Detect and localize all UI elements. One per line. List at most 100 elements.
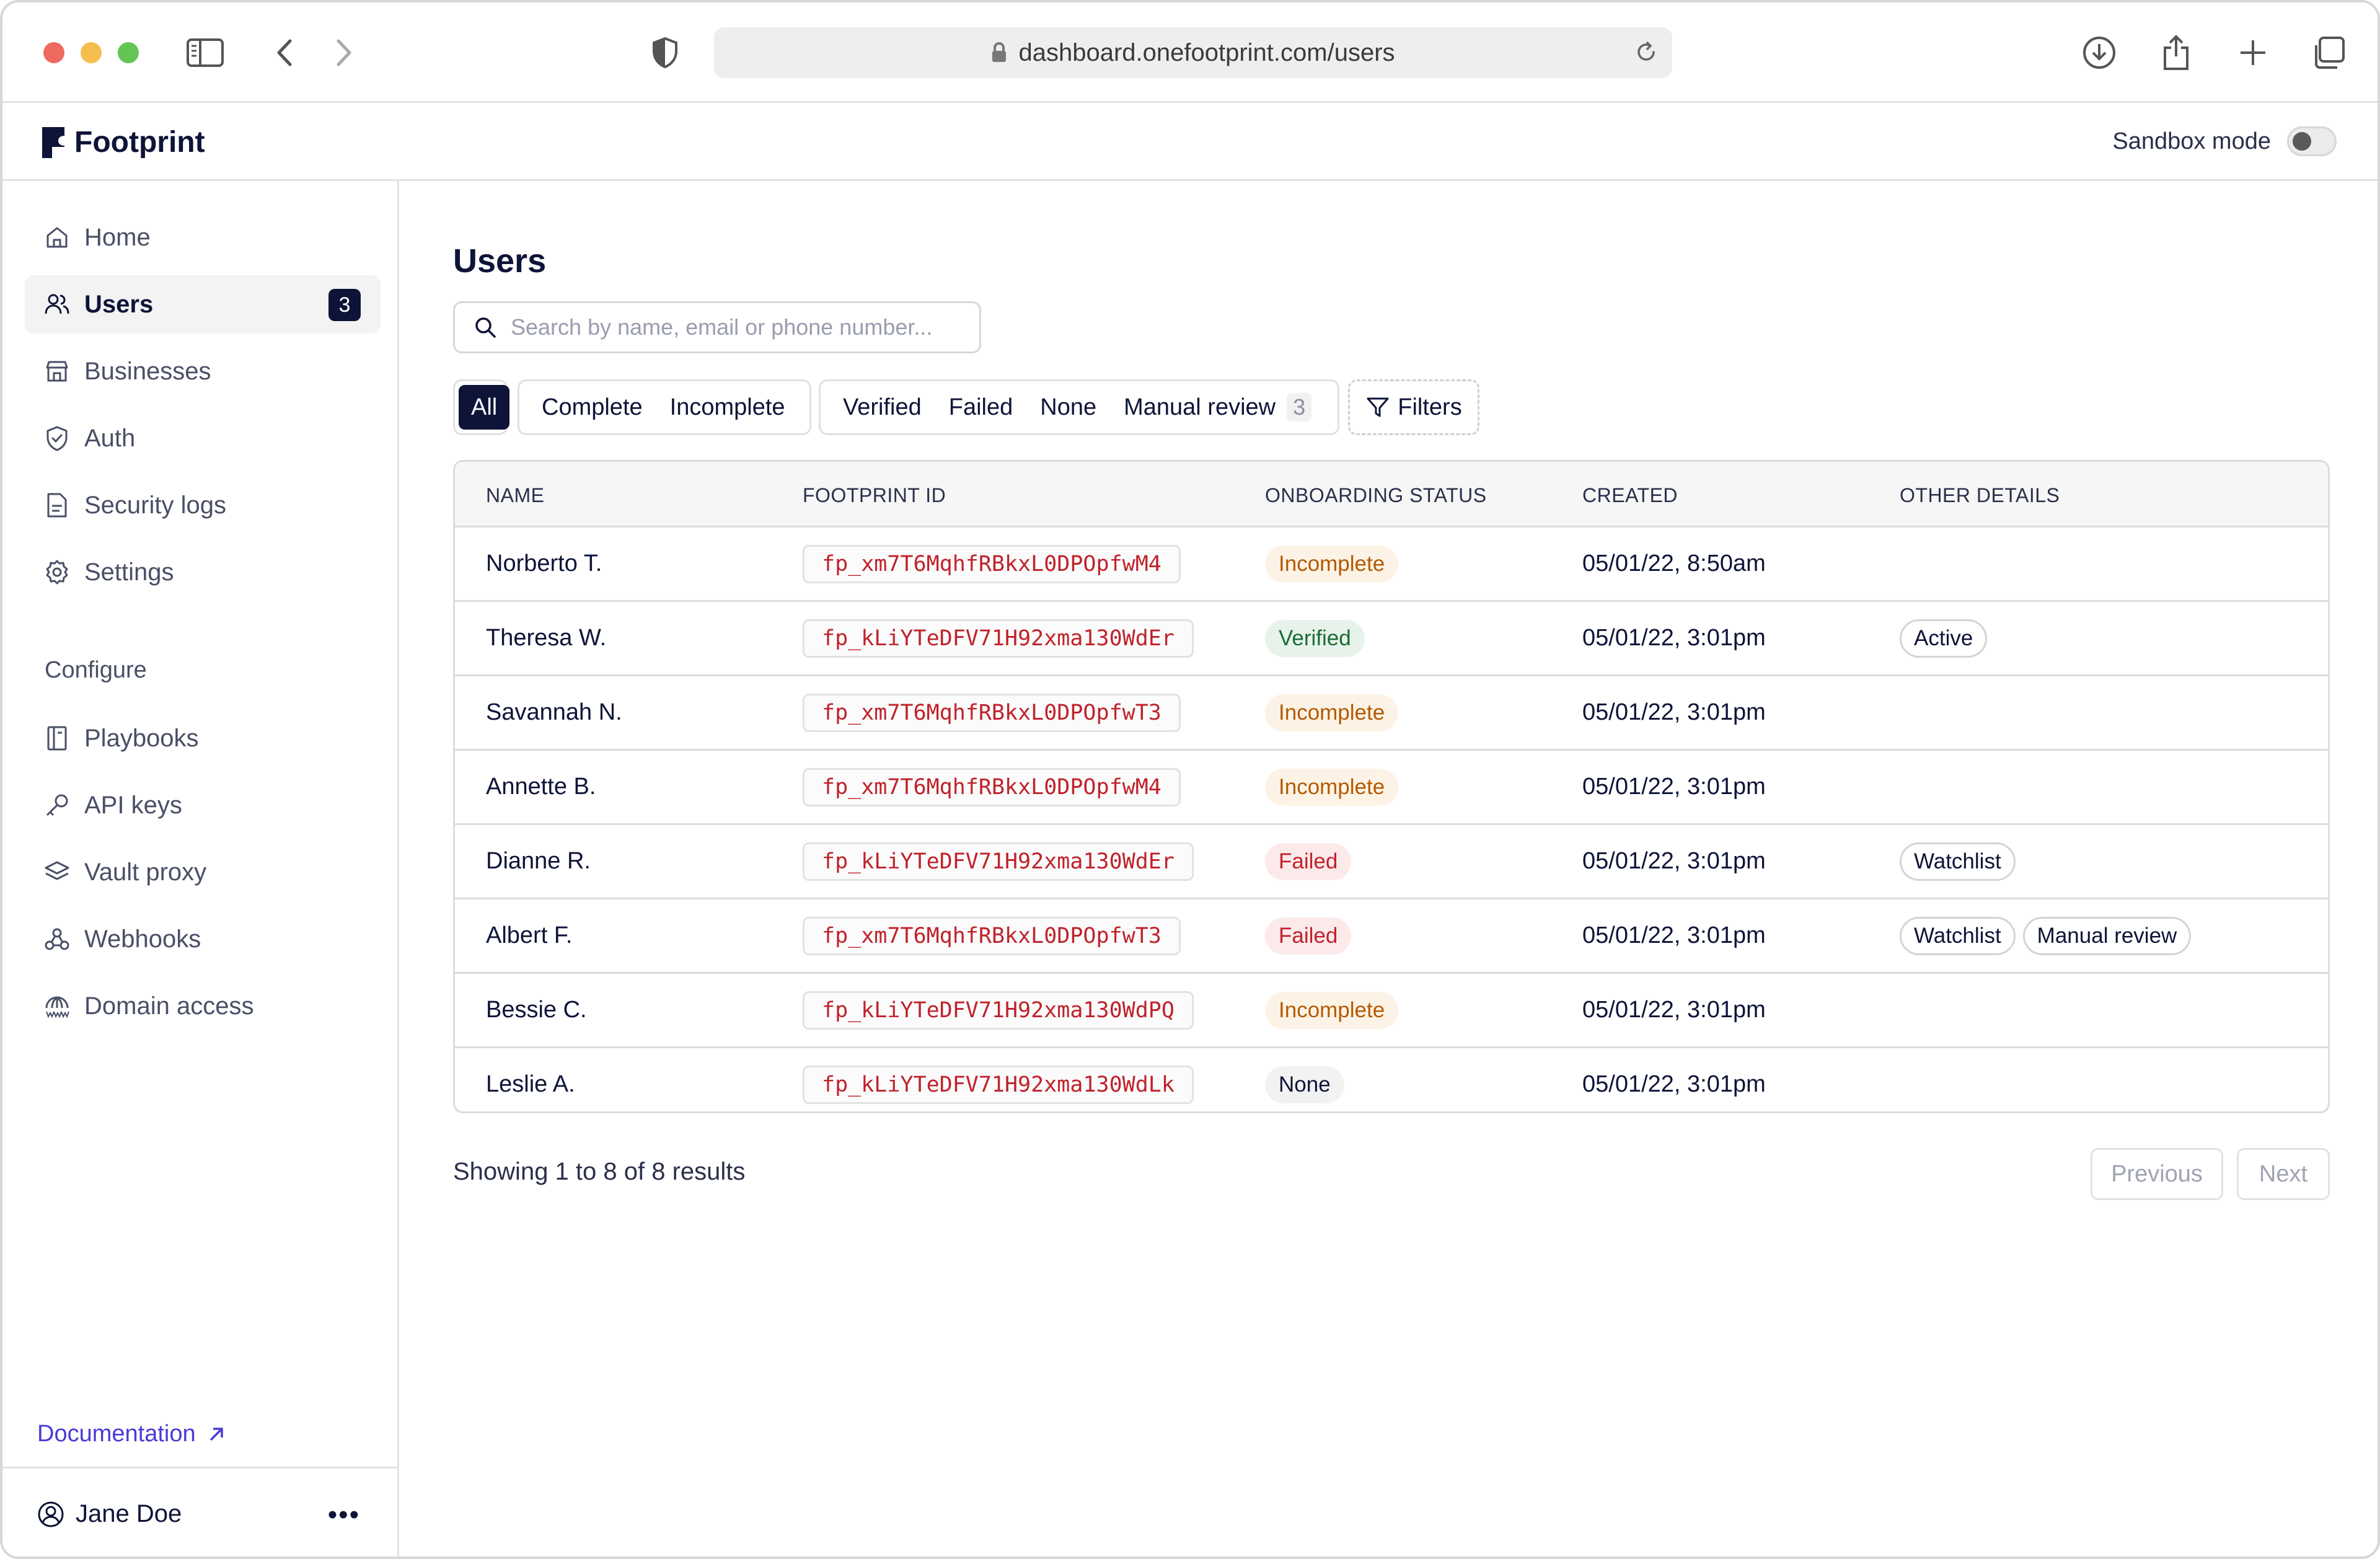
other-details-cell: Active [1900, 602, 1994, 674]
filter-manual-review-label: Manual review [1124, 394, 1276, 420]
results-count: Showing 1 to 8 of 8 results [453, 1158, 746, 1185]
sidebar-item-settings[interactable]: Settings [25, 543, 381, 601]
status-badge: Incomplete [1265, 991, 1399, 1029]
detail-tag: Watchlist [1900, 842, 2016, 881]
table-row[interactable]: Annette B. fp_xm7T6MqhfRBkxL0DPOpfwM4 Inco… [455, 751, 2328, 825]
footprint-id-code[interactable]: fp_xm7T6MqhfRBkxL0DPOpfwT3 [803, 916, 1181, 955]
new-tab-icon[interactable] [2234, 33, 2272, 72]
footprint-id-cell: fp_kLiYTeDFV71H92xma130WdPQ [803, 974, 1194, 1046]
sidebar-item-api-keys[interactable]: API keys [25, 776, 381, 834]
users-count-badge: 3 [328, 289, 361, 321]
more-options-icon[interactable]: ••• [328, 1499, 360, 1530]
sidebar-item-label: API keys [84, 791, 182, 819]
next-page-button[interactable]: Next [2237, 1148, 2330, 1200]
filter-verified-chip[interactable]: Verified [829, 385, 935, 430]
footprint-id-code[interactable]: fp_kLiYTeDFV71H92xma130WdEr [803, 619, 1194, 658]
document-icon [43, 492, 71, 519]
external-link-icon [209, 1427, 223, 1441]
previous-page-button[interactable]: Previous [2091, 1148, 2223, 1200]
table-row[interactable]: Albert F. fp_xm7T6MqhfRBkxL0DPOpfwT3 Faile… [455, 899, 2328, 974]
home-icon [43, 224, 71, 251]
onboarding-status-cell: Incomplete [1265, 974, 1399, 1046]
filter-complete-chip[interactable]: Complete [528, 385, 656, 430]
brand-logo[interactable]: Footprint [41, 125, 205, 159]
other-details-cell: Watchlist [1900, 825, 2023, 898]
sidebar-toggle-icon[interactable] [186, 33, 224, 72]
filter-manual-review-chip[interactable]: Manual review 3 [1110, 385, 1325, 430]
filter-all-chip[interactable]: All [459, 385, 510, 430]
layers-icon [43, 859, 71, 886]
footprint-id-cell: fp_kLiYTeDFV71H92xma130WdLk [803, 1048, 1194, 1111]
reload-icon[interactable] [1634, 40, 1659, 68]
filter-incomplete-chip[interactable]: Incomplete [656, 385, 799, 430]
created-cell: 05/01/22, 3:01pm [1582, 774, 1766, 800]
user-menu[interactable]: Jane Doe ••• [2, 1467, 397, 1557]
footprint-id-cell: fp_xm7T6MqhfRBkxL0DPOpfwT3 [803, 899, 1181, 972]
zoom-window-button[interactable] [118, 42, 139, 63]
sidebar-item-users[interactable]: Users 3 [25, 275, 381, 333]
table-row[interactable]: Norberto T. fp_xm7T6MqhfRBkxL0DPOpfwM4 Inc… [455, 528, 2328, 602]
footprint-id-code[interactable]: fp_kLiYTeDFV71H92xma130WdLk [803, 1065, 1194, 1104]
sidebar-item-playbooks[interactable]: Playbooks [25, 709, 381, 767]
users-icon [43, 291, 71, 318]
filter-failed-chip[interactable]: Failed [935, 385, 1027, 430]
search-input[interactable] [511, 314, 969, 340]
status-badge: Incomplete [1265, 694, 1399, 731]
column-header-other-details: OTHER DETAILS [1900, 484, 2060, 506]
lock-icon [992, 42, 1007, 62]
detail-tag: Active [1900, 619, 1988, 658]
documentation-link[interactable]: Documentation [37, 1421, 226, 1447]
tab-overview-icon[interactable] [2309, 33, 2348, 72]
status-badge: Incomplete [1265, 545, 1399, 583]
download-icon[interactable] [2080, 33, 2118, 72]
sidebar: Home Users 3 Businesses Auth Security lo… [2, 181, 399, 1557]
footprint-id-code[interactable]: fp_xm7T6MqhfRBkxL0DPOpfwM4 [803, 544, 1181, 583]
sidebar-item-home[interactable]: Home [25, 208, 381, 267]
shield-check-icon [43, 425, 71, 452]
share-icon[interactable] [2157, 33, 2195, 72]
sidebar-item-auth[interactable]: Auth [25, 409, 381, 467]
status-badge: Failed [1265, 842, 1352, 880]
privacy-shield-icon[interactable] [646, 33, 684, 72]
table-row[interactable]: Leslie A. fp_kLiYTeDFV71H92xma130WdLk None… [455, 1048, 2328, 1111]
footprint-id-cell: fp_kLiYTeDFV71H92xma130WdEr [803, 825, 1194, 898]
url-text: dashboard.onefootprint.com/users [1018, 38, 1395, 66]
footprint-id-code[interactable]: fp_kLiYTeDFV71H92xma130WdEr [803, 842, 1194, 881]
sidebar-item-label: Domain access [84, 992, 254, 1020]
sidebar-item-webhooks[interactable]: Webhooks [25, 910, 381, 968]
sidebar-item-domain-access[interactable]: Domain access [25, 977, 381, 1035]
user-name-cell: Theresa W. [486, 625, 607, 651]
address-bar[interactable]: dashboard.onefootprint.com/users [714, 27, 1672, 78]
filter-none-chip[interactable]: None [1026, 385, 1110, 430]
sidebar-item-security-logs[interactable]: Security logs [25, 476, 381, 534]
app-header: Footprint Sandbox mode [2, 103, 2378, 181]
sidebar-item-label: Playbooks [84, 724, 199, 752]
footprint-id-code[interactable]: fp_xm7T6MqhfRBkxL0DPOpfwM4 [803, 767, 1181, 806]
table-row[interactable]: Theresa W. fp_kLiYTeDFV71H92xma130WdEr Ver… [455, 602, 2328, 676]
close-window-button[interactable] [43, 42, 64, 63]
filters-button[interactable]: Filters [1348, 379, 1479, 435]
onboarding-status-cell: Failed [1265, 899, 1352, 972]
sidebar-item-label: Security logs [84, 491, 226, 519]
back-icon[interactable] [265, 33, 304, 72]
minimize-window-button[interactable] [81, 42, 102, 63]
created-cell: 05/01/22, 3:01pm [1582, 699, 1766, 725]
table-body: Norberto T. fp_xm7T6MqhfRBkxL0DPOpfwM4 Inc… [455, 528, 2328, 1111]
column-header-created: CREATED [1582, 484, 1678, 506]
sandbox-toggle[interactable] [2287, 126, 2337, 156]
documentation-label: Documentation [37, 1421, 196, 1447]
table-row[interactable]: Bessie C. fp_kLiYTeDFV71H92xma130WdPQ Inco… [455, 974, 2328, 1048]
filter-group-completion: Complete Incomplete [518, 379, 811, 435]
filter-funnel-icon [1367, 397, 1389, 417]
forward-icon[interactable] [325, 33, 363, 72]
column-header-onboarding-status: ONBOARDING STATUS [1265, 484, 1487, 506]
sidebar-item-businesses[interactable]: Businesses [25, 342, 381, 400]
table-row[interactable]: Savannah N. fp_xm7T6MqhfRBkxL0DPOpfwT3 Inc… [455, 676, 2328, 751]
user-name-cell: Dianne R. [486, 848, 591, 874]
footprint-id-code[interactable]: fp_xm7T6MqhfRBkxL0DPOpfwT3 [803, 693, 1181, 732]
sidebar-item-vault-proxy[interactable]: Vault proxy [25, 843, 381, 901]
onboarding-status-cell: Incomplete [1265, 528, 1399, 600]
table-row[interactable]: Dianne R. fp_kLiYTeDFV71H92xma130WdEr Fail… [455, 825, 2328, 899]
footprint-id-code[interactable]: fp_kLiYTeDFV71H92xma130WdPQ [803, 991, 1194, 1030]
onboarding-status-cell: None [1265, 1048, 1344, 1111]
